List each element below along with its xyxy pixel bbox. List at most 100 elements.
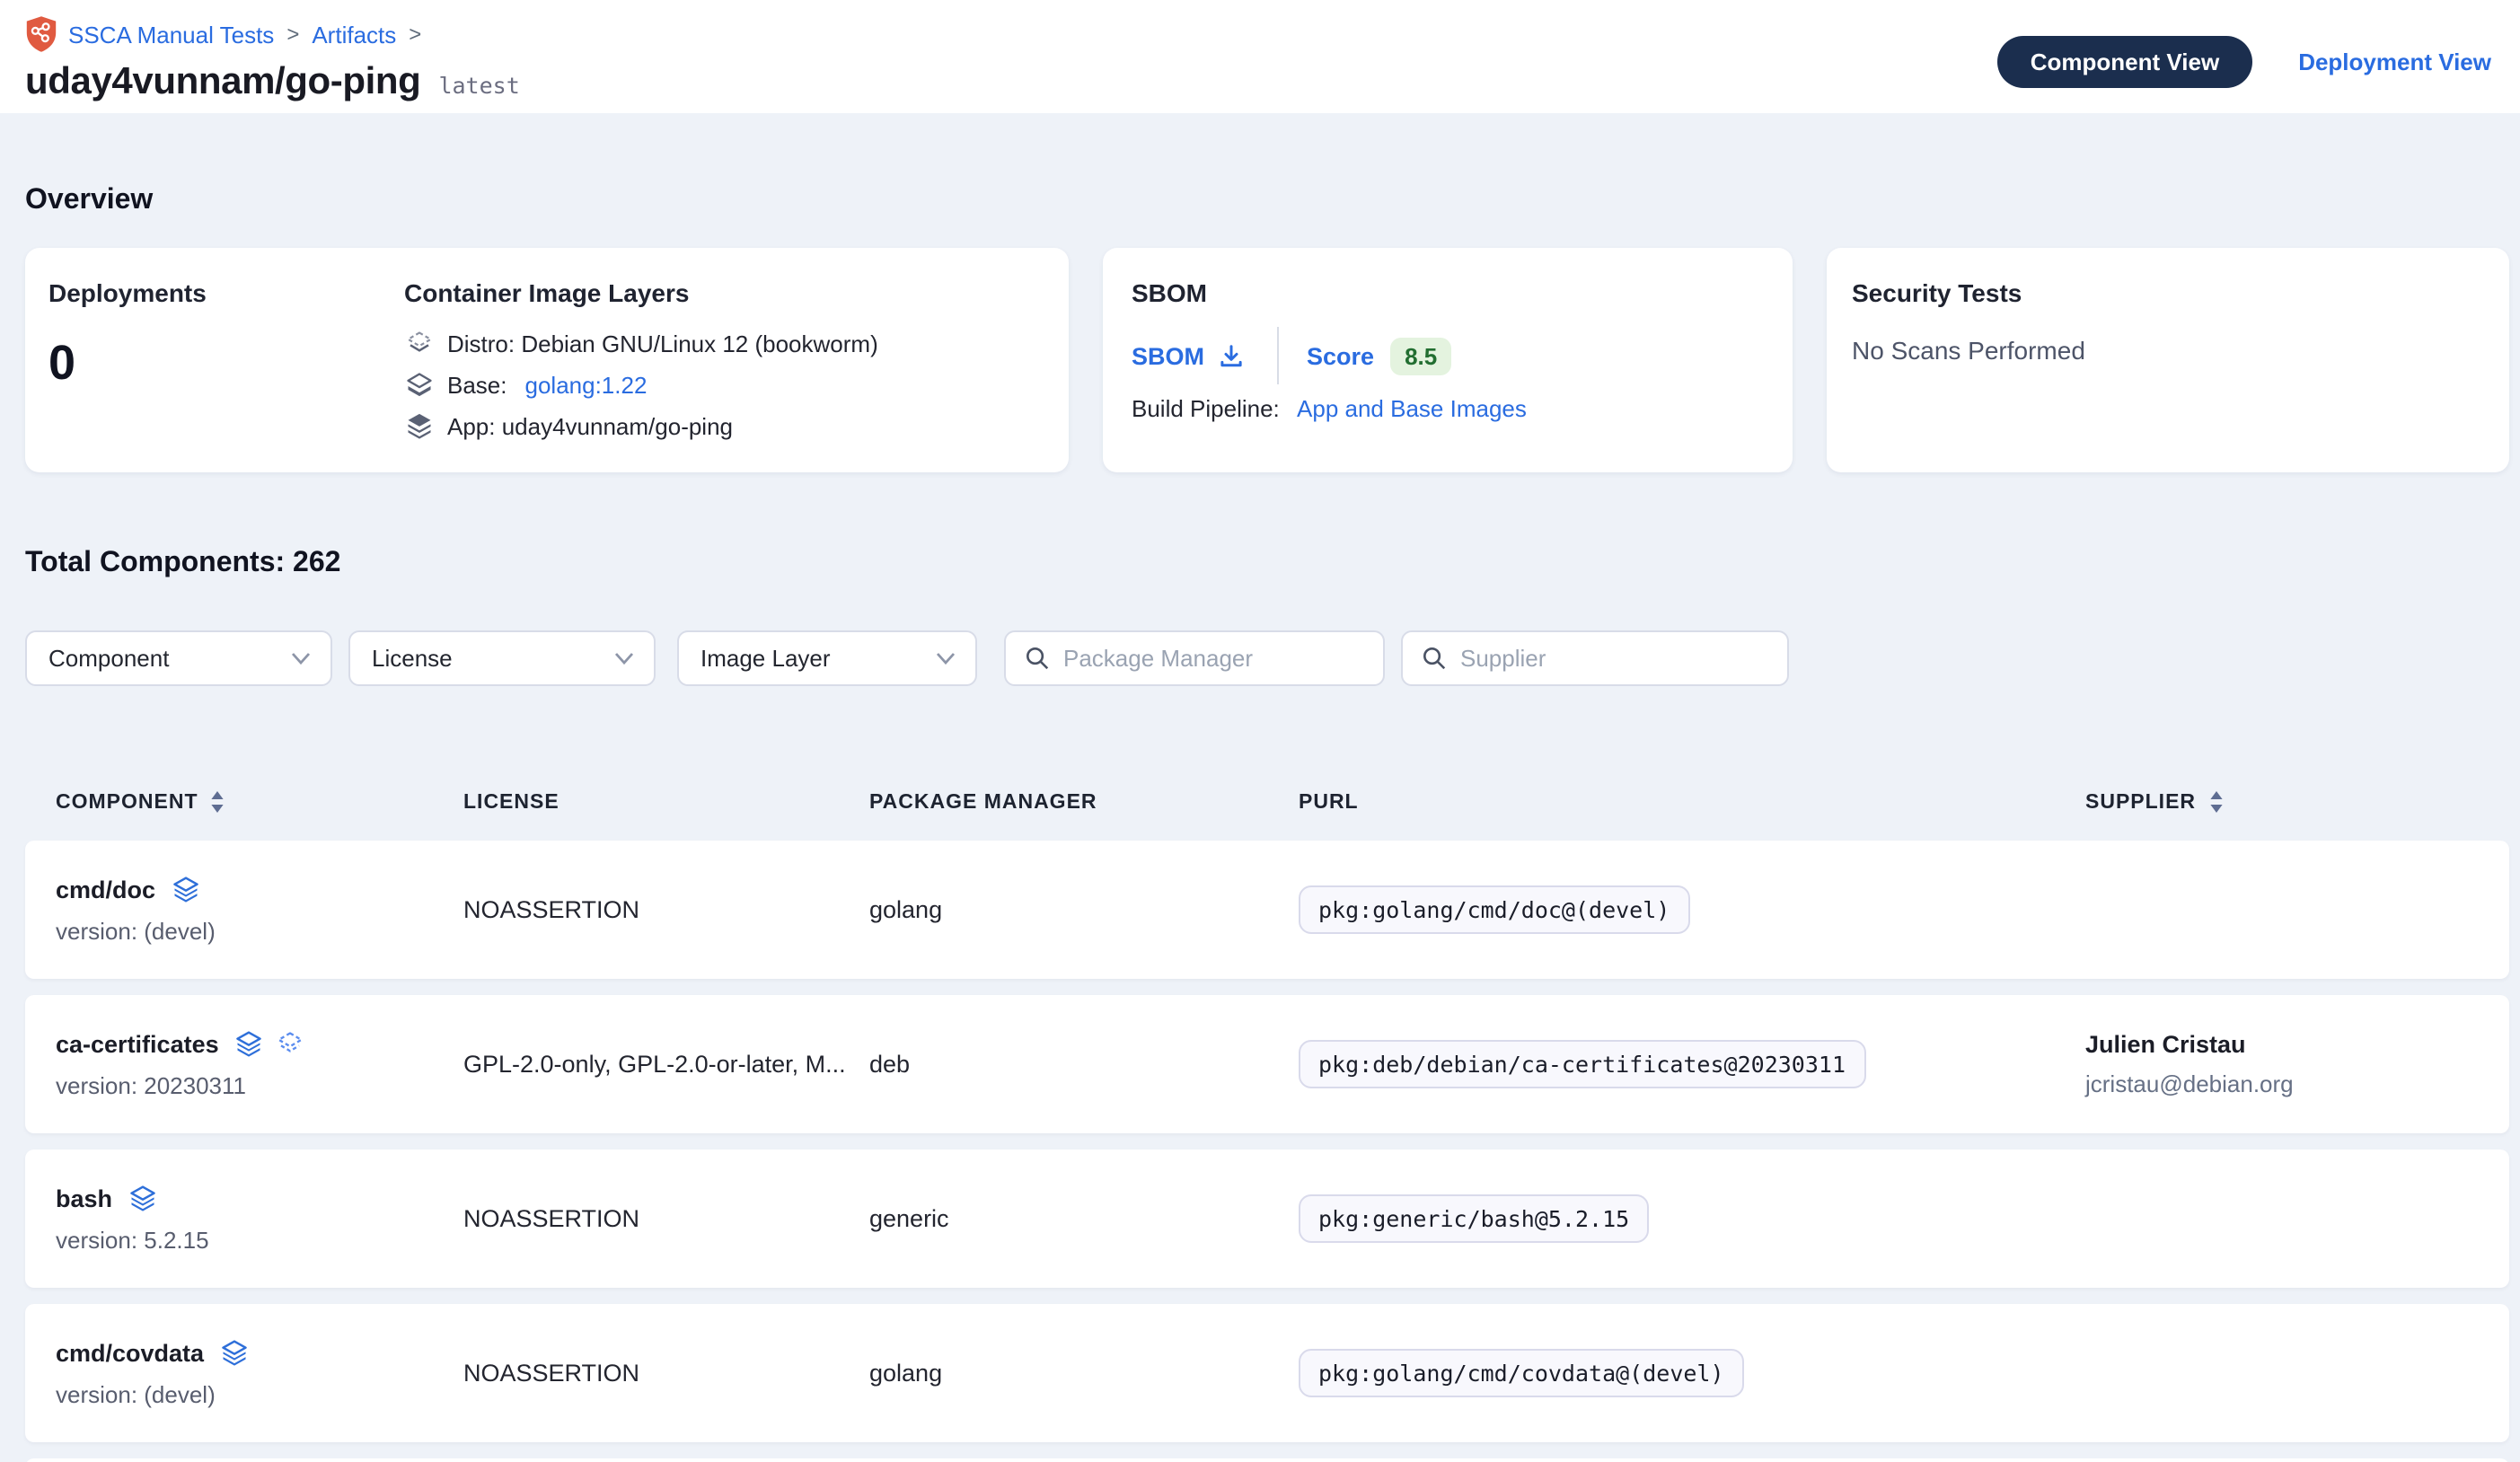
column-header-component: COMPONENT: [56, 790, 463, 814]
breadcrumb-separator: >: [407, 22, 423, 47]
download-icon[interactable]: [1217, 342, 1244, 369]
layers-filled-icon: [127, 1185, 157, 1211]
sbom-download-link[interactable]: SBOM: [1132, 342, 1244, 369]
deployment-view-link[interactable]: Deployment View: [2298, 48, 2491, 75]
ssca-logo-icon: [25, 16, 57, 52]
sbom-heading: SBOM: [1132, 278, 1764, 307]
layer-app-label: App: uday4vunnam/go-ping: [447, 413, 733, 440]
purl-chip: pkg:golang/cmd/doc@(devel): [1299, 885, 1689, 934]
breadcrumb-link-artifacts[interactable]: Artifacts: [312, 21, 396, 48]
purl-chip: pkg:generic/bash@5.2.15: [1299, 1194, 1649, 1243]
view-toggle: Component View Deployment View: [1998, 36, 2491, 88]
column-label: LICENSE: [463, 791, 560, 813]
sbom-row: SBOM Score 8.5: [1132, 334, 1764, 377]
chevron-down-icon: [291, 652, 311, 665]
chevron-down-icon: [614, 652, 634, 665]
deployments-and-layers-card: Deployments 0 Container Image Layers: [25, 248, 1069, 472]
build-pipeline-link[interactable]: App and Base Images: [1297, 395, 1527, 422]
component-layer-icons: [218, 1339, 249, 1366]
layer-distro-label: Distro: Debian GNU/Linux 12 (bookworm): [447, 330, 878, 357]
sort-component-button[interactable]: [211, 790, 225, 814]
layer-base-label: Base:: [447, 372, 507, 399]
breadcrumb-link-project[interactable]: SSCA Manual Tests: [68, 21, 274, 48]
component-layer-icons: [170, 876, 200, 903]
next-row-partial: [25, 1458, 2509, 1462]
main-content: Overview Deployments 0 Container Image L…: [0, 185, 2520, 1462]
sbom-download-label: SBOM: [1132, 342, 1204, 369]
security-tests-status: No Scans Performed: [1852, 336, 2480, 365]
deployments-count: 0: [48, 336, 404, 392]
component-version: version: 20230311: [56, 1071, 463, 1098]
supplier-cell: [2085, 1367, 2480, 1379]
package-manager-cell: golang: [869, 1360, 1299, 1387]
dropdown-label: Image Layer: [700, 645, 831, 672]
page-title: uday4vunnam/go-ping: [25, 61, 420, 104]
supplier-cell: Julien Cristau jcristau@debian.org: [2085, 1031, 2480, 1097]
image-layers-heading: Container Image Layers: [404, 278, 1040, 307]
column-label: PACKAGE MANAGER: [869, 791, 1097, 813]
layer-item-base: Base: golang:1.22: [404, 372, 1040, 399]
base-image-link[interactable]: golang:1.22: [525, 372, 648, 399]
component-cell: cmd/doc version: (devel): [56, 876, 463, 944]
package-manager-cell: golang: [869, 896, 1299, 923]
license-filter-dropdown[interactable]: License: [348, 630, 656, 686]
security-tests-heading: Security Tests: [1852, 278, 2480, 307]
component-cell: ca-certificates version: 20230311: [56, 1030, 463, 1098]
table-row: bash version: 5.2.15 NOASSERTION generic…: [25, 1149, 2509, 1288]
package-manager-search-input[interactable]: [1063, 645, 1365, 672]
component-version: version: (devel): [56, 1380, 463, 1407]
supplier-search: [1401, 630, 1789, 686]
column-header-supplier: SUPPLIER: [2085, 790, 2480, 814]
license-cell: GPL-2.0-only, GPL-2.0-or-later, M...: [463, 1051, 869, 1078]
chevron-down-icon: [936, 652, 956, 665]
breadcrumb-separator: >: [285, 22, 301, 47]
component-filter-dropdown[interactable]: Component: [25, 630, 332, 686]
sbom-card: SBOM SBOM Score 8.5 Build: [1103, 248, 1793, 472]
search-icon: [1024, 645, 1051, 672]
table-body: cmd/doc version: (devel) NOASSERTION gol…: [25, 841, 2509, 1442]
purl-chip: pkg:golang/cmd/covdata@(devel): [1299, 1349, 1744, 1397]
layers-filled-icon: [233, 1030, 264, 1057]
component-view-button[interactable]: Component View: [1998, 36, 2251, 88]
component-name: cmd/covdata: [56, 1339, 204, 1366]
search-icon: [1421, 645, 1448, 672]
divider: [1276, 327, 1278, 384]
purl-cell: pkg:generic/bash@5.2.15: [1299, 1194, 2085, 1243]
supplier-cell: [2085, 903, 2480, 916]
deployments-label: Deployments: [48, 278, 404, 307]
build-pipeline-label: Build Pipeline:: [1132, 395, 1280, 422]
image-layers-list: Distro: Debian GNU/Linux 12 (bookworm) B…: [404, 330, 1040, 440]
artifact-tag: latest: [438, 72, 519, 99]
package-manager-search: [1004, 630, 1385, 686]
column-label: PURL: [1299, 791, 1359, 813]
license-cell: NOASSERTION: [463, 1205, 869, 1232]
license-cell: NOASSERTION: [463, 1360, 869, 1387]
column-header-purl: PURL: [1299, 791, 2085, 813]
breadcrumb: SSCA Manual Tests > Artifacts >: [25, 16, 520, 52]
supplier-email: jcristau@debian.org: [2085, 1070, 2480, 1097]
overview-cards: Deployments 0 Container Image Layers: [25, 248, 2509, 472]
column-header-license: LICENSE: [463, 791, 869, 813]
overview-heading: Overview: [25, 185, 2509, 217]
layers-base-icon: [404, 372, 435, 399]
layers-dashed-blue-icon: [275, 1030, 305, 1057]
filter-bar: Component License Image Layer: [25, 630, 2509, 686]
component-layer-icons: [127, 1185, 157, 1211]
layer-item-distro: Distro: Debian GNU/Linux 12 (bookworm): [404, 330, 1040, 357]
image-layer-filter-dropdown[interactable]: Image Layer: [677, 630, 977, 686]
table-row: ca-certificates version: 20230311 GPL-2.…: [25, 995, 2509, 1133]
component-cell: bash version: 5.2.15: [56, 1185, 463, 1253]
layers-app-icon: [404, 413, 435, 440]
column-label: COMPONENT: [56, 791, 198, 813]
security-tests-card: Security Tests No Scans Performed: [1827, 248, 2509, 472]
table-row: cmd/doc version: (devel) NOASSERTION gol…: [25, 841, 2509, 979]
column-header-package-manager: PACKAGE MANAGER: [869, 791, 1299, 813]
sort-supplier-button[interactable]: [2208, 790, 2223, 814]
header-left: SSCA Manual Tests > Artifacts > uday4vun…: [25, 16, 520, 104]
component-name: cmd/doc: [56, 876, 155, 903]
column-label: SUPPLIER: [2085, 791, 2196, 813]
table-row: cmd/covdata version: (devel) NOASSERTION…: [25, 1304, 2509, 1442]
build-pipeline-row: Build Pipeline: App and Base Images: [1132, 395, 1764, 422]
supplier-search-input[interactable]: [1460, 645, 1769, 672]
supplier-cell: [2085, 1212, 2480, 1225]
